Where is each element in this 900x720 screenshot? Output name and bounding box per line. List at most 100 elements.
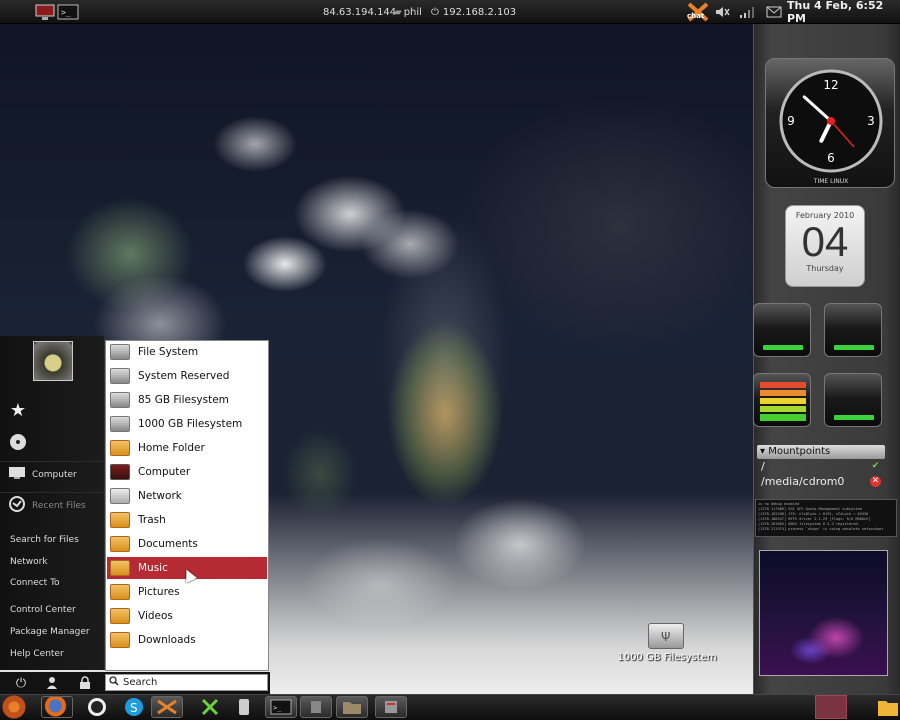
ubuntu-logo-icon[interactable] [2,695,26,719]
app-icon[interactable] [228,696,260,718]
favorites-star-icon[interactable]: ★ [8,400,28,421]
menu-computer-button[interactable]: Computer [0,461,105,487]
terminal-icon[interactable]: >_ [265,696,297,718]
clock-face: 12 3 6 9 TIME LINUX [779,69,883,185]
place-label: System Reserved [138,370,230,382]
place-85gb-filesystem[interactable]: 85 GB Filesystem [107,389,267,411]
svg-text:>_: >_ [61,8,71,17]
mountpoint-path: /media/cdrom0 [761,475,845,488]
network-icon [110,488,130,504]
chat-icon[interactable] [151,696,183,718]
place-system-reserved[interactable]: System Reserved [107,365,267,387]
mountpoint-path: / [761,460,765,473]
volume-icon[interactable] [714,0,732,24]
package-manager-link[interactable]: Package Manager [10,627,90,637]
top-panel: >_ 84.63.194.144 ▰ phil ⏻ 192.168.2.103 … [0,0,900,25]
avatar[interactable] [33,341,73,381]
connect-to-link[interactable]: Connect To [10,578,60,588]
place-label: 1000 GB Filesystem [138,418,243,430]
search-input[interactable]: Search [105,674,268,691]
terminal-icon[interactable]: >_ [57,0,79,24]
photo-frame-widget [759,550,888,676]
place-downloads[interactable]: Downloads [107,629,267,651]
skype-icon[interactable]: S [118,696,150,718]
lock-icon[interactable] [76,674,94,692]
cpu-meter-widget [753,303,811,357]
place-network[interactable]: Network [107,485,267,507]
clock-number-3: 3 [867,114,875,128]
network-signal-icon[interactable] [738,0,758,24]
mountpoint-row[interactable]: /media/cdrom0 ✕ [757,474,885,489]
place-label: Home Folder [138,442,205,454]
folder-icon[interactable] [336,696,368,718]
place-trash[interactable]: Trash [107,509,267,531]
user-icon[interactable] [43,674,61,692]
panel-clock[interactable]: Thu 4 Feb, 6:52 PM [787,0,900,25]
network-link[interactable]: Network [10,557,48,567]
desktop-icon-label[interactable]: 1000 GB Filesystem [612,652,722,663]
chat-bubble-icon: ▰ [394,6,402,18]
calendar-widget: February 2010 04 Thursday [785,205,865,287]
svg-text:>_: >_ [273,704,282,712]
folder-icon [110,584,130,600]
system-log-widget: is no debug enabled [1378.117066] SGI XF… [755,499,897,537]
public-ip: 84.63.194.144 [323,6,397,18]
clock-brand-time: TIME [813,178,829,185]
clock-number-9: 9 [787,114,795,128]
analog-clock-widget: 12 3 6 9 TIME LINUX [765,58,895,188]
search-placeholder: Search [123,677,158,688]
folder-icon [110,536,130,552]
computer-icon[interactable] [34,0,56,24]
search-for-files-link[interactable]: Search for Files [10,535,79,545]
place-documents[interactable]: Documents [107,533,267,555]
place-label: Network [138,490,182,502]
place-pictures[interactable]: Pictures [107,581,267,603]
app-icon[interactable] [81,696,113,718]
place-1000gb-filesystem[interactable]: 1000 GB Filesystem [107,413,267,435]
meter-bar [763,345,803,350]
clock-number-6: 6 [827,151,835,165]
calendar-day: 04 [801,218,849,265]
place-file-system[interactable]: File System [107,341,267,363]
search-icon [109,676,119,689]
disk-meter-widget [824,373,882,427]
place-label: File System [138,346,199,358]
power-icon: ⏻ [431,6,439,18]
file-manager-icon[interactable] [876,696,900,718]
place-label: 85 GB Filesystem [138,394,229,406]
mountpoints-header[interactable]: ▾ Mountpoints [757,445,885,459]
power-icon[interactable]: ⏻ [12,674,30,692]
local-ip: ⏻ 192.168.2.103 [431,0,516,24]
place-home-folder[interactable]: Home Folder [107,437,267,459]
drive-icon [110,368,130,384]
computer-icon [110,464,130,480]
meter-bar [834,415,874,420]
firefox-icon[interactable] [41,696,73,718]
mountpoint-row[interactable]: / ✔ [757,459,885,474]
tools-icon[interactable] [194,696,226,718]
checkmark-icon: ✔ [871,461,880,471]
user-name-label: phil [403,6,422,18]
drive-icon [110,392,130,408]
place-label: Downloads [138,634,196,646]
menu-recent-button[interactable]: Recent Files [0,492,105,518]
place-label: Trash [138,514,166,526]
workspace-switcher[interactable] [815,695,847,719]
usb-drive-icon[interactable]: Ψ [648,623,684,649]
app-icon[interactable] [300,696,332,718]
place-videos[interactable]: Videos [107,605,267,627]
chat-icon[interactable]: chat [686,0,710,24]
app-icon[interactable] [375,696,407,718]
place-computer[interactable]: Computer [107,461,267,483]
svg-text:S: S [130,701,138,715]
applications-cd-icon[interactable] [8,432,28,452]
mail-icon[interactable] [766,0,782,24]
place-label: Videos [138,610,173,622]
control-center-link[interactable]: Control Center [10,605,76,615]
places-menu: File System System Reserved 85 GB Filesy… [105,340,269,671]
clock-number-12: 12 [823,78,838,92]
home-folder-icon [110,440,130,456]
folder-icon [110,608,130,624]
help-center-link[interactable]: Help Center [10,649,64,659]
clock-brand: TIME LINUX [813,178,848,185]
